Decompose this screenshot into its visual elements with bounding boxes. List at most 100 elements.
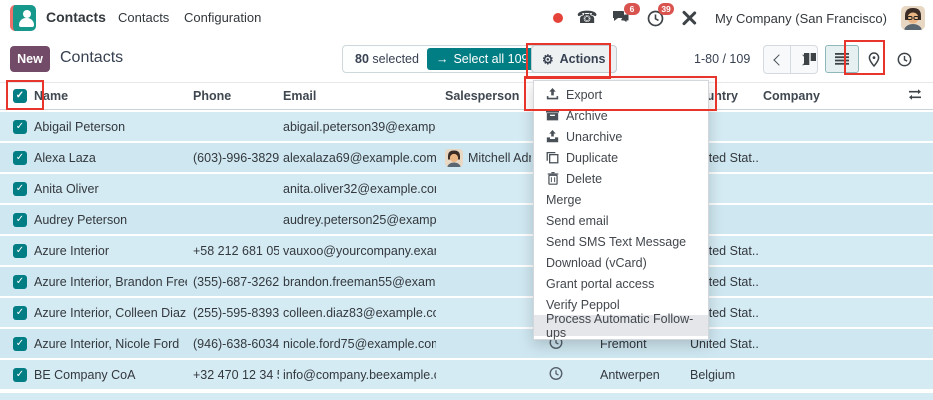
table-row[interactable]: ✓ BE Company CoA +32 470 12 34 56 info@c… [0,360,933,389]
actions-dropdown-menu: Export Archive Unarchive Duplicate Delet… [533,80,709,340]
contact-name: Abigail Peterson [34,120,187,134]
table-row[interactable]: ✓ Azure Interior, Brandon Free... (355)-… [0,267,933,296]
voip-phone-icon[interactable]: ☎ [577,8,597,28]
menu-item-send-sms[interactable]: Send SMS Text Message [534,231,708,252]
contact-email: alexalaza69@example.com [283,151,436,165]
recording-dot-icon [553,13,563,23]
select-all-checkbox[interactable]: ✓ [13,89,27,103]
contact-name: Azure Interior, Brandon Free... [34,275,187,289]
column-header-phone[interactable]: Phone [193,89,279,103]
map-view-button[interactable] [859,45,889,73]
new-button[interactable]: New [10,46,50,72]
person-icon [23,10,31,18]
tools-icon[interactable] [679,8,699,28]
row-checkbox[interactable]: ✓ [13,120,27,134]
menu-item-export[interactable]: Export [534,84,708,105]
user-avatar[interactable] [901,6,925,30]
salesperson-name: Mitchell Admin [468,151,531,165]
gear-icon: ⚙ [542,53,554,66]
pager-previous-button[interactable] [763,45,791,74]
messages-badge: 6 [624,3,640,15]
trash-icon [546,172,559,185]
contact-name: Azure Interior [34,244,187,258]
column-header-salesperson[interactable]: Salesperson [445,89,531,103]
optional-columns-button[interactable] [908,89,930,104]
pager-range: 1-80 / 109 [694,52,750,66]
table-row[interactable]: ✓ Anita Oliver anita.oliver32@example.co… [0,174,933,203]
contact-name: Audrey Peterson [34,213,187,227]
menu-contacts[interactable]: Contacts [118,10,169,25]
row-checkbox[interactable]: ✓ [13,337,27,351]
contact-phone: (355)-687-3262 [193,275,279,289]
map-pin-icon [868,52,880,67]
kanban-icon [803,52,817,66]
contact-name: Anita Oliver [34,182,187,196]
activities-icon[interactable]: 39 [645,8,665,28]
row-checkbox[interactable]: ✓ [13,306,27,320]
selection-count-label: 80 selected [355,52,419,66]
contacts-app-icon[interactable] [10,5,36,31]
contact-city: Antwerpen [600,368,685,382]
select-all-button[interactable]: → Select all 109 [427,48,538,70]
column-header-name[interactable]: Name [34,89,187,103]
table-row[interactable]: ✓ Azure Interior, Colleen Diaz (255)-595… [0,298,933,327]
table-row[interactable]: ✓ Azure Interior, Nicole Ford (946)-638-… [0,329,933,358]
actions-button[interactable]: ⚙ Actions [531,45,617,73]
row-checkbox[interactable]: ✓ [13,213,27,227]
menu-item-archive[interactable]: Archive [534,105,708,126]
menu-item-send-email[interactable]: Send email [534,210,708,231]
list-view-button[interactable] [825,45,859,73]
contact-phone: +32 470 12 34 56 [193,368,279,382]
contact-country: Belgium [690,368,759,382]
unarchive-icon [546,130,559,143]
odoo-contacts-screen: Contacts Contacts Configuration ☎ 6 39 [0,0,933,400]
messages-icon[interactable]: 6 [611,8,631,28]
contact-name: Azure Interior, Colleen Diaz [34,306,187,320]
company-switcher[interactable]: My Company (San Francisco) [715,11,887,26]
contact-email: nicole.ford75@example.com [283,337,436,351]
menu-item-merge[interactable]: Merge [534,189,708,210]
top-navbar: Contacts Contacts Configuration ☎ 6 39 [0,0,933,37]
menu-configuration[interactable]: Configuration [184,10,261,25]
activity-view-button[interactable] [889,45,919,73]
contact-email: anita.oliver32@example.com [283,182,436,196]
column-header-company[interactable]: Company [763,89,903,103]
activity-view-clock-icon [897,52,912,67]
contact-phone: (946)-638-6034 [193,337,279,351]
contact-email: audrey.peterson25@example... [283,213,436,227]
row-checkbox[interactable]: ✓ [13,275,27,289]
contact-email: info@company.beexample.c... [283,368,436,382]
row-checkbox[interactable]: ✓ [13,182,27,196]
column-header-email[interactable]: Email [283,89,436,103]
control-panel: New Contacts 80 selected → Select all 10… [0,36,933,82]
row-checkbox[interactable]: ✓ [13,151,27,165]
menu-item-process-automatic-followups[interactable]: Process Automatic Follow-ups [534,315,708,336]
breadcrumb-title: Contacts [60,49,123,67]
app-name[interactable]: Contacts [46,9,106,25]
table-row[interactable]: ✓ Audrey Peterson audrey.peterson25@exam… [0,205,933,234]
next-row-sliver [0,393,933,400]
menu-item-download-vcard[interactable]: Download (vCard) [534,252,708,273]
arrow-right-icon: → [436,52,449,66]
table-row[interactable]: ✓ Azure Interior +58 212 681 0538 vauxoo… [0,236,933,265]
chevron-left-icon [773,54,784,65]
menu-item-delete[interactable]: Delete [534,168,708,189]
activities-badge: 39 [658,3,674,15]
navbar-systray: ☎ 6 39 My Compan [553,0,933,36]
contact-phone: +58 212 681 0538 [193,244,279,258]
duplicate-icon [546,151,559,164]
contact-email: brandon.freeman55@exampl... [283,275,436,289]
contact-email: colleen.diaz83@example.com [283,306,436,320]
menu-item-unarchive[interactable]: Unarchive [534,126,708,147]
row-checkbox[interactable]: ✓ [13,244,27,258]
table-row[interactable]: ✓ Alexa Laza (603)-996-3829 alexalaza69@… [0,143,933,172]
menu-item-grant-portal-access[interactable]: Grant portal access [534,273,708,294]
menu-item-duplicate[interactable]: Duplicate [534,147,708,168]
activity-clock-icon [549,366,563,380]
contact-phone: (255)-595-8393 [193,306,279,320]
contact-email: vauxoo@yourcompany.exam... [283,244,436,258]
kanban-view-button[interactable] [795,45,825,73]
row-checkbox[interactable]: ✓ [13,368,27,382]
table-row[interactable]: ✓ Abigail Peterson abigail.peterson39@ex… [0,112,933,141]
table-header-row: ✓ Name Phone Email Salesperson City Coun… [0,82,933,110]
